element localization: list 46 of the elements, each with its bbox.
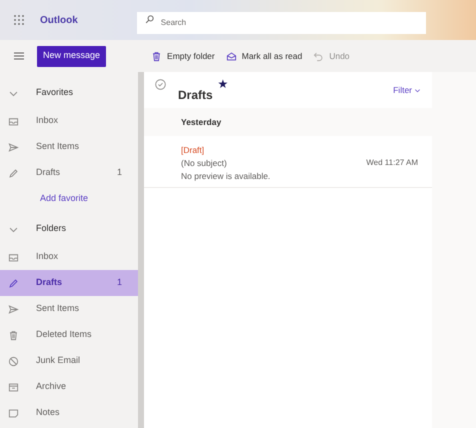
blocked-icon	[8, 356, 19, 366]
folder-title: Drafts	[178, 87, 213, 104]
send-icon	[8, 304, 19, 314]
app-launcher-icon[interactable]	[14, 15, 24, 25]
toolbar-button[interactable]: Mark all as read	[226, 50, 302, 62]
send-icon	[8, 142, 19, 152]
pencil-icon	[8, 278, 19, 288]
trash-icon	[151, 50, 162, 62]
new-message-button[interactable]: New message	[37, 46, 106, 66]
add-favorite-link[interactable]: Add favorite	[40, 192, 88, 206]
pencil-icon	[8, 168, 19, 178]
folder-item[interactable]: Notes	[0, 400, 138, 426]
section-header[interactable]: Folders	[0, 214, 138, 244]
folder-item[interactable]: Junk Email	[0, 348, 138, 374]
section-header[interactable]: Favorites	[0, 78, 138, 108]
folder-item[interactable]: Deleted Items	[0, 322, 138, 348]
draft-tag: [Draft]	[181, 144, 418, 157]
note-icon	[8, 408, 19, 418]
inbox-icon	[8, 116, 19, 126]
toolbar-button[interactable]: Empty folder	[151, 50, 215, 62]
folder-item[interactable]: Sent Items	[0, 134, 138, 160]
select-all-icon[interactable]	[155, 79, 166, 90]
search-field[interactable]: Search	[136, 12, 426, 34]
search-icon	[144, 15, 154, 24]
undo-icon	[313, 50, 324, 62]
message-time: Wed 11:27 AM	[366, 156, 418, 169]
chevron-down-icon	[414, 86, 421, 94]
filter-button[interactable]: Filter	[393, 84, 421, 96]
trash-icon	[8, 330, 19, 340]
star-mark: ★	[218, 76, 229, 93]
folder-item[interactable]: Inbox	[0, 244, 138, 270]
folder-item[interactable]: Sent Items	[0, 296, 138, 322]
group-header: Yesterday	[181, 116, 222, 128]
inbox-icon	[8, 252, 19, 262]
app-name: Outlook	[40, 14, 78, 28]
unread-count: 1	[116, 276, 122, 290]
message-preview: No preview is available.	[181, 170, 272, 182]
envelope-open-icon	[226, 50, 237, 62]
folder-item[interactable]: Inbox	[0, 108, 138, 134]
unread-count: 1	[116, 166, 122, 180]
folder-item[interactable]: Drafts 1	[0, 160, 138, 186]
folder-item[interactable]: Drafts 1	[0, 270, 138, 296]
menu-icon[interactable]	[14, 52, 24, 60]
folder-item[interactable]: Archive	[0, 374, 138, 400]
message-subject: (No subject)	[181, 156, 227, 170]
archive-icon	[8, 382, 19, 392]
